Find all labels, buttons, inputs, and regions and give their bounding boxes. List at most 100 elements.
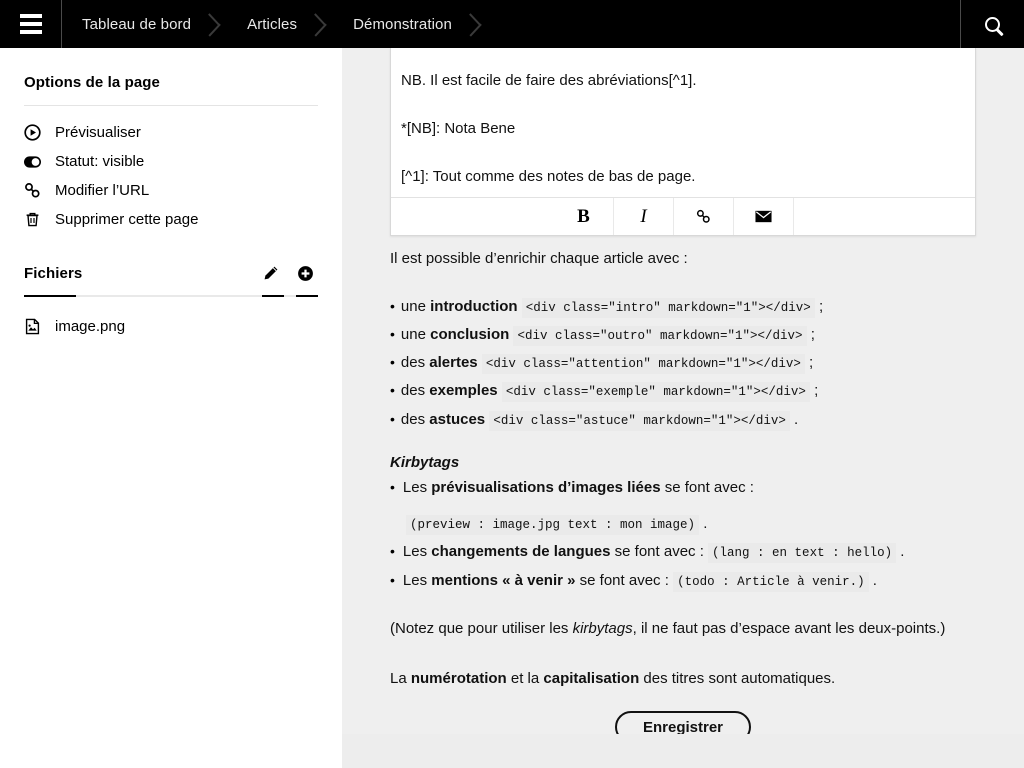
item-suffix: se font avec : bbox=[660, 478, 754, 496]
item-strong: mentions « à venir » bbox=[431, 571, 576, 589]
main-content: NB. Il est facile de faire des abréviati… bbox=[342, 48, 1024, 768]
item-prefix: Les bbox=[402, 478, 432, 496]
files-divider bbox=[24, 295, 318, 297]
insert-link-button[interactable] bbox=[674, 198, 734, 235]
sidebar-item-status[interactable]: Statut: visible bbox=[24, 147, 318, 176]
item-code: (lang : en text : hello) bbox=[708, 543, 897, 564]
item-strong: astuces bbox=[429, 410, 486, 428]
sidebar-item-delete-page[interactable]: Supprimer cette page bbox=[24, 205, 318, 234]
italic-button[interactable]: I bbox=[614, 198, 674, 235]
note-paragraph: (Notez que pour utiliser les kirbytags, … bbox=[390, 618, 990, 641]
list-item: Les prévisualisations d’images liées se … bbox=[390, 477, 990, 535]
item-end: . bbox=[900, 543, 905, 561]
search-button[interactable] bbox=[960, 0, 1024, 48]
item-prefix: Les bbox=[402, 571, 432, 589]
sidebar-item-label: Statut: visible bbox=[55, 153, 145, 170]
kirbytags-list: Les prévisualisations d’images liées se … bbox=[390, 477, 990, 592]
link-icon bbox=[696, 209, 710, 223]
item-code: <div class="outro" markdown="1"></div> bbox=[513, 325, 807, 346]
note-italic: kirbytags bbox=[572, 620, 633, 638]
note-suffix: , il ne faut pas d’espace avant les deux… bbox=[632, 620, 946, 638]
item-end: . bbox=[703, 514, 708, 532]
insert-email-button[interactable] bbox=[734, 198, 794, 235]
item-code: <div class="intro" markdown="1"></div> bbox=[521, 297, 815, 318]
breadcrumb-item-demonstration[interactable]: Démonstration bbox=[333, 0, 468, 48]
hamburger-menu-button[interactable] bbox=[0, 0, 62, 48]
item-prefix: des bbox=[400, 410, 430, 428]
auto-text-3: des titres sont automatiques. bbox=[639, 669, 836, 687]
item-strong: alertes bbox=[429, 354, 478, 371]
item-code: (preview : image.jpg text : mon image) bbox=[406, 514, 700, 535]
bold-button[interactable]: B bbox=[554, 198, 614, 235]
files-header: Fichiers bbox=[24, 262, 318, 284]
item-suffix: ; bbox=[810, 325, 815, 343]
editor-textarea[interactable]: NB. Il est facile de faire des abréviati… bbox=[391, 48, 975, 187]
kirbytags-title: Kirbytags bbox=[390, 453, 460, 471]
item-end: . bbox=[872, 571, 877, 589]
item-strong: introduction bbox=[430, 297, 518, 315]
enrich-list: une introduction <div class="intro" mark… bbox=[390, 297, 990, 431]
item-code: <div class="attention" markdown="1"></di… bbox=[481, 354, 805, 374]
divider bbox=[24, 105, 318, 106]
image-file-icon bbox=[24, 318, 41, 335]
markdown-editor-panel: NB. Il est facile de faire des abréviati… bbox=[390, 48, 976, 236]
trash-icon bbox=[24, 211, 41, 228]
sidebar-item-preview[interactable]: Prévisualiser bbox=[24, 118, 318, 147]
item-suffix: ; bbox=[818, 297, 824, 315]
item-code: <div class="exemple" markdown="1"></div> bbox=[501, 382, 810, 403]
item-strong: prévisualisations d’images liées bbox=[431, 478, 661, 496]
sidebar: Options de la page Prévisualiser Statut:… bbox=[0, 48, 342, 768]
auto-strong-1: numérotation bbox=[410, 669, 507, 687]
edit-files-button[interactable] bbox=[258, 262, 284, 284]
help-text-block: Il est possible d’enrichir chaque articl… bbox=[390, 248, 990, 690]
item-strong: exemples bbox=[429, 382, 498, 400]
sidebar-item-label: Modifier l’URL bbox=[55, 182, 150, 199]
item-prefix: une bbox=[400, 297, 431, 315]
breadcrumb-separator-icon bbox=[313, 0, 333, 48]
search-icon bbox=[985, 16, 1000, 32]
breadcrumb-item-articles[interactable]: Articles bbox=[227, 0, 313, 48]
note-prefix: (Notez que pour utiliser les bbox=[390, 620, 573, 638]
top-bar: Tableau de bord Articles Démonstration bbox=[0, 0, 1024, 48]
item-suffix: ; bbox=[814, 382, 819, 400]
breadcrumb-separator-icon bbox=[468, 0, 488, 48]
page-options-title: Options de la page bbox=[24, 74, 160, 91]
sidebar-item-edit-url[interactable]: Modifier l’URL bbox=[24, 176, 318, 205]
item-prefix: Les bbox=[402, 543, 432, 561]
item-strong: changements de langues bbox=[431, 543, 611, 561]
item-suffix: ; bbox=[809, 354, 814, 371]
breadcrumb-separator-icon bbox=[207, 0, 227, 48]
breadcrumb-item-dashboard[interactable]: Tableau de bord bbox=[62, 0, 207, 48]
files-title: Fichiers bbox=[24, 264, 83, 282]
list-item: des alertes <div class="attention" markd… bbox=[390, 353, 990, 374]
automatic-titles-paragraph: La numérotation et la capitalisation des… bbox=[390, 668, 990, 691]
list-item: une conclusion <div class="outro" markdo… bbox=[390, 325, 990, 346]
pencil-icon bbox=[264, 266, 278, 280]
list-item[interactable]: image.png bbox=[24, 311, 318, 341]
item-code: <div class="astuce" markdown="1"></div> bbox=[489, 410, 790, 431]
add-file-button[interactable] bbox=[292, 262, 318, 284]
play-circle-icon bbox=[24, 124, 41, 141]
item-suffix: se font avec : bbox=[610, 543, 704, 561]
list-item: des astuces <div class="astuce" markdown… bbox=[390, 410, 990, 431]
item-code: (todo : Article à venir.) bbox=[673, 571, 869, 592]
envelope-icon bbox=[755, 210, 772, 223]
item-prefix: des bbox=[400, 382, 430, 400]
rubrique-section: Rubrique bbox=[342, 734, 1024, 768]
list-item: une introduction <div class="intro" mark… bbox=[390, 297, 990, 318]
plus-circle-icon bbox=[297, 265, 313, 281]
item-strong: conclusion bbox=[430, 325, 510, 343]
sidebar-item-label: Supprimer cette page bbox=[55, 211, 199, 228]
file-name: image.png bbox=[55, 317, 126, 335]
list-item: des exemples <div class="exemple" markdo… bbox=[390, 381, 990, 403]
editor-line: NB. Il est facile de faire des abréviati… bbox=[401, 72, 697, 89]
editor-toolbar: B I bbox=[391, 197, 975, 235]
page-options-list: Prévisualiser Statut: visible Modifier l… bbox=[24, 118, 318, 234]
list-item: Les mentions « à venir » se font avec : … bbox=[390, 570, 990, 592]
breadcrumb: Tableau de bord Articles Démonstration bbox=[62, 0, 960, 48]
auto-text-1: La bbox=[390, 669, 411, 687]
intro-paragraph: Il est possible d’enrichir chaque articl… bbox=[390, 250, 688, 267]
item-prefix: des bbox=[400, 354, 430, 371]
auto-text-2: et la bbox=[506, 669, 544, 687]
list-item: Les changements de langues se font avec … bbox=[390, 541, 990, 564]
